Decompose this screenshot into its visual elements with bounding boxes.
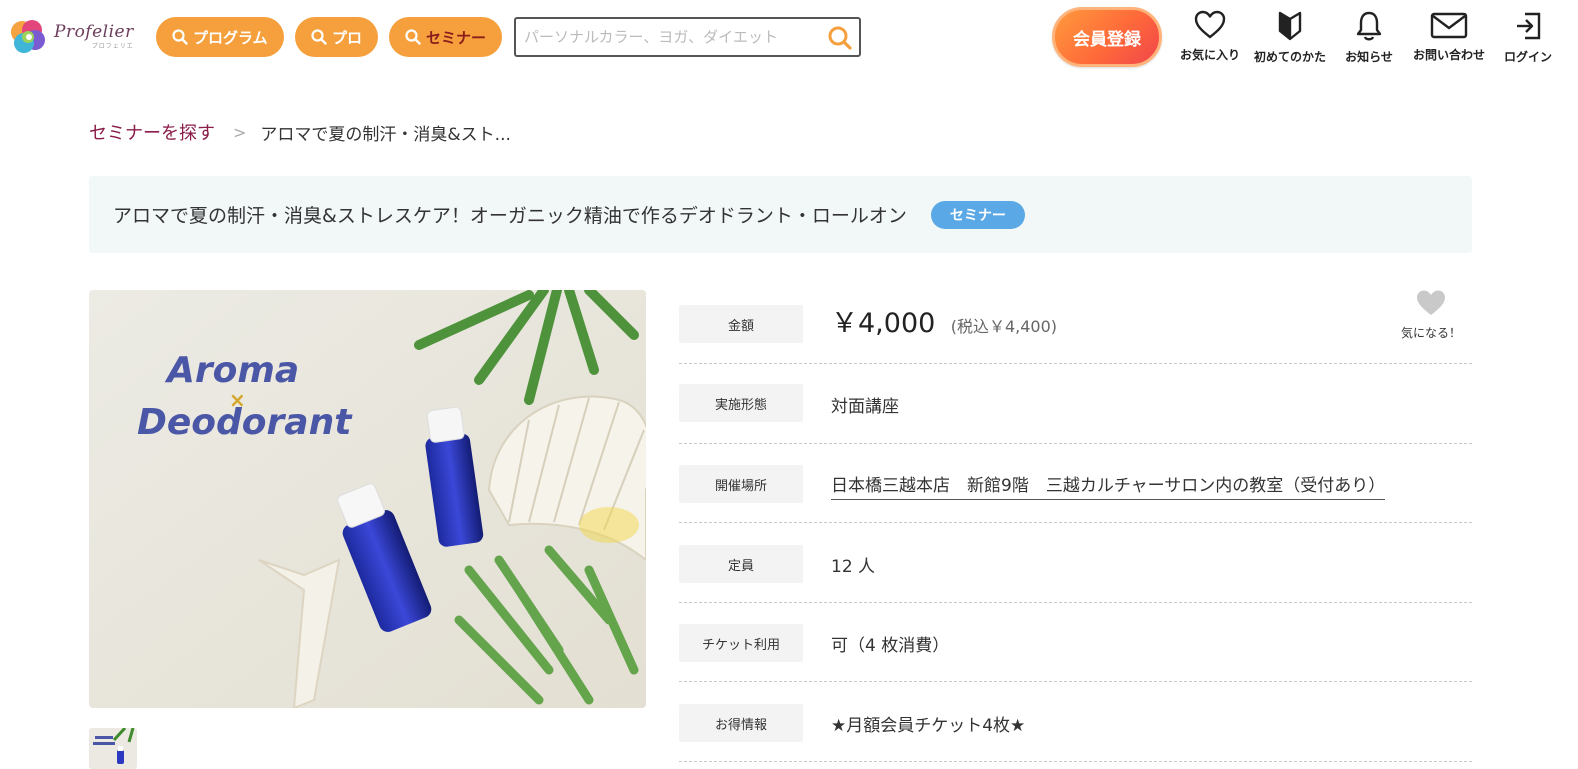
breadcrumb: セミナーを探す > アロマで夏の制汗・消臭&スト... (89, 119, 511, 145)
deal-value: ★月額会員チケット4枚★ (831, 716, 1026, 736)
contact-link[interactable]: お問い合わせ (1411, 10, 1487, 70)
logo-text: Profelier プロフェリエ (54, 22, 134, 50)
beginner-link[interactable]: 初めてのかた (1252, 10, 1328, 70)
info-row-deal: お得情報 ★月額会員チケット4枚★ (679, 682, 1472, 762)
nav-seminar-button[interactable]: セミナー (389, 17, 503, 57)
seminar-main-image: Aroma × Deodorant (89, 290, 646, 708)
info-row-format: 実施形態 対面講座 (679, 364, 1472, 444)
deal-label: お得情報 (679, 704, 803, 742)
info-row-price: 金額 ￥4,000 (税込￥4,400) (679, 284, 1472, 364)
beginner-label: 初めてのかた (1253, 50, 1326, 64)
price-label: 金額 (679, 305, 803, 343)
format-value: 対面講座 (831, 397, 899, 417)
search-icon (172, 29, 188, 45)
bell-icon (1356, 11, 1382, 41)
ticket-label: チケット利用 (679, 624, 803, 662)
search-input[interactable] (516, 19, 806, 55)
page-title: アロマで夏の制汗・消臭&ストレスケア！オーガニック精油で作るデオドラント・ロール… (113, 205, 907, 227)
nav-pro-label: プロ (332, 28, 363, 47)
price-value: ￥4,000 (税込￥4,400) (831, 301, 1057, 340)
capacity-label: 定員 (679, 545, 803, 583)
search-icon (405, 29, 421, 45)
venue-label: 開催場所 (679, 465, 803, 503)
nav-seminar-label: セミナー (426, 28, 487, 47)
profelier-logo[interactable]: Profelier プロフェリエ (10, 18, 134, 56)
login-link[interactable]: ログイン (1490, 10, 1566, 70)
format-label: 実施形態 (679, 384, 803, 422)
beginner-mark-icon (1278, 11, 1302, 41)
price-tax-included: (税込￥4,400) (950, 317, 1057, 336)
contact-label: お問い合わせ (1412, 48, 1485, 62)
heart-icon (1417, 290, 1445, 315)
info-row-capacity: 定員 12 人 (679, 523, 1472, 603)
nav-program-button[interactable]: プログラム (156, 17, 284, 57)
heart-icon (1194, 10, 1226, 39)
login-icon (1517, 12, 1541, 40)
notifications-link[interactable]: お知らせ (1331, 10, 1407, 70)
breadcrumb-seminar-search-link[interactable]: セミナーを探す (89, 119, 215, 145)
venue-link[interactable]: 日本橋三越本店 新館9階 三越カルチャーサロン内の教室（受付あり） (831, 471, 1386, 500)
image-text-aroma: Aroma (167, 350, 300, 391)
breadcrumb-separator-icon: > (233, 122, 247, 142)
breadcrumb-current: アロマで夏の制汗・消臭&スト... (260, 124, 511, 145)
capacity-value: 12 人 (831, 557, 876, 577)
image-text-deodorant: Deodorant (137, 402, 352, 443)
title-bar: アロマで夏の制汗・消臭&ストレスケア！オーガニック精油で作るデオドラント・ロール… (89, 176, 1472, 253)
logo-subtext: プロフェリエ (91, 43, 134, 50)
image-thumbnail[interactable] (89, 728, 137, 769)
search-icon (311, 29, 327, 45)
info-row-ticket: チケット利用 可（4 枚消費） (679, 602, 1472, 682)
info-row-venue: 開催場所 日本橋三越本店 新館9階 三越カルチャーサロン内の教室（受付あり） (679, 443, 1472, 523)
nav-pro-button[interactable]: プロ (295, 17, 379, 57)
site-header: Profelier プロフェリエ プログラム プロ セミナー 会員登録 お気に入… (0, 0, 1578, 75)
favorites-link[interactable]: お気に入り (1172, 10, 1248, 70)
logo-mark-icon (10, 18, 46, 56)
register-button[interactable]: 会員登録 (1052, 7, 1162, 67)
login-label: ログイン (1503, 50, 1552, 64)
nav-program-label: プログラム (193, 28, 268, 47)
favorites-label: お気に入り (1179, 48, 1240, 62)
seminar-badge: セミナー (930, 200, 1025, 229)
price-amount: ￥4,000 (831, 308, 936, 339)
favorite-label: 気になる！ (1400, 326, 1461, 340)
mail-icon (1430, 12, 1468, 39)
notifications-label: お知らせ (1345, 50, 1393, 64)
ticket-value: 可（4 枚消費） (831, 636, 950, 656)
search-box (514, 17, 861, 57)
search-icon[interactable] (827, 25, 853, 51)
favorite-button[interactable]: 気になる！ (1396, 290, 1466, 341)
